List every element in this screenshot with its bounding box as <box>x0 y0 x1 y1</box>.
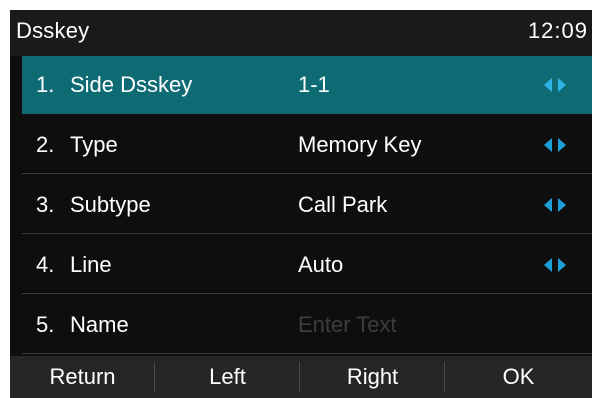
setting-row-type[interactable]: 2. Type Memory Key <box>22 116 592 174</box>
row-label: Subtype <box>70 192 151 217</box>
arrow-left-icon[interactable] <box>544 78 552 92</box>
row-number: 1. <box>36 72 55 97</box>
softkey-label: Return <box>49 364 116 389</box>
ok-softkey[interactable]: OK <box>445 356 592 398</box>
arrow-left-icon[interactable] <box>544 198 552 212</box>
row-number: 5. <box>36 312 55 337</box>
row-divider <box>22 173 592 174</box>
row-value[interactable]: Memory Key <box>298 132 421 158</box>
arrow-left-icon[interactable] <box>544 258 552 272</box>
softkey-label: Right <box>346 364 399 389</box>
row-number: 3. <box>36 192 55 217</box>
return-softkey[interactable]: Return <box>10 356 155 398</box>
row-number: 2. <box>36 132 55 157</box>
row-divider <box>22 353 592 354</box>
softkey-label: OK <box>502 364 535 389</box>
setting-row-line[interactable]: 4. Line Auto <box>22 236 592 294</box>
row-number: 4. <box>36 252 55 277</box>
name-input[interactable]: Enter Text <box>298 312 397 338</box>
value-switcher[interactable] <box>544 138 580 154</box>
row-value[interactable]: Auto <box>298 252 343 278</box>
arrow-right-icon[interactable] <box>558 78 566 92</box>
setting-row-name[interactable]: 5. Name Enter Text <box>22 296 592 354</box>
row-label: Line <box>70 252 112 277</box>
row-value[interactable]: Call Park <box>298 192 387 218</box>
left-softkey[interactable]: Left <box>155 356 300 398</box>
value-switcher[interactable] <box>544 78 580 94</box>
arrow-right-icon[interactable] <box>558 198 566 212</box>
page-title: Dsskey <box>16 18 90 43</box>
value-switcher[interactable] <box>544 258 580 274</box>
row-label: Side Dsskey <box>70 72 193 97</box>
arrow-left-icon[interactable] <box>544 138 552 152</box>
arrow-right-icon[interactable] <box>558 258 566 272</box>
row-divider <box>22 233 592 234</box>
softkey-label: Left <box>209 364 246 389</box>
row-value[interactable]: 1-1 <box>298 72 330 98</box>
clock: 12:09 <box>527 18 588 43</box>
setting-row-subtype[interactable]: 3. Subtype Call Park <box>22 176 592 234</box>
phone-screen: Dsskey 12:09 1. Side Dsskey 1-1 2. Type … <box>10 10 592 398</box>
right-softkey[interactable]: Right <box>300 356 445 398</box>
setting-row-side-dsskey[interactable]: 1. Side Dsskey 1-1 <box>22 56 592 114</box>
row-divider <box>22 293 592 294</box>
title-bar: Dsskey 12:09 <box>10 10 592 56</box>
row-label: Type <box>70 132 118 157</box>
arrow-right-icon[interactable] <box>558 138 566 152</box>
value-switcher[interactable] <box>544 198 580 214</box>
softkey-bar: Return Left Right OK <box>10 356 592 398</box>
row-label: Name <box>70 312 129 337</box>
